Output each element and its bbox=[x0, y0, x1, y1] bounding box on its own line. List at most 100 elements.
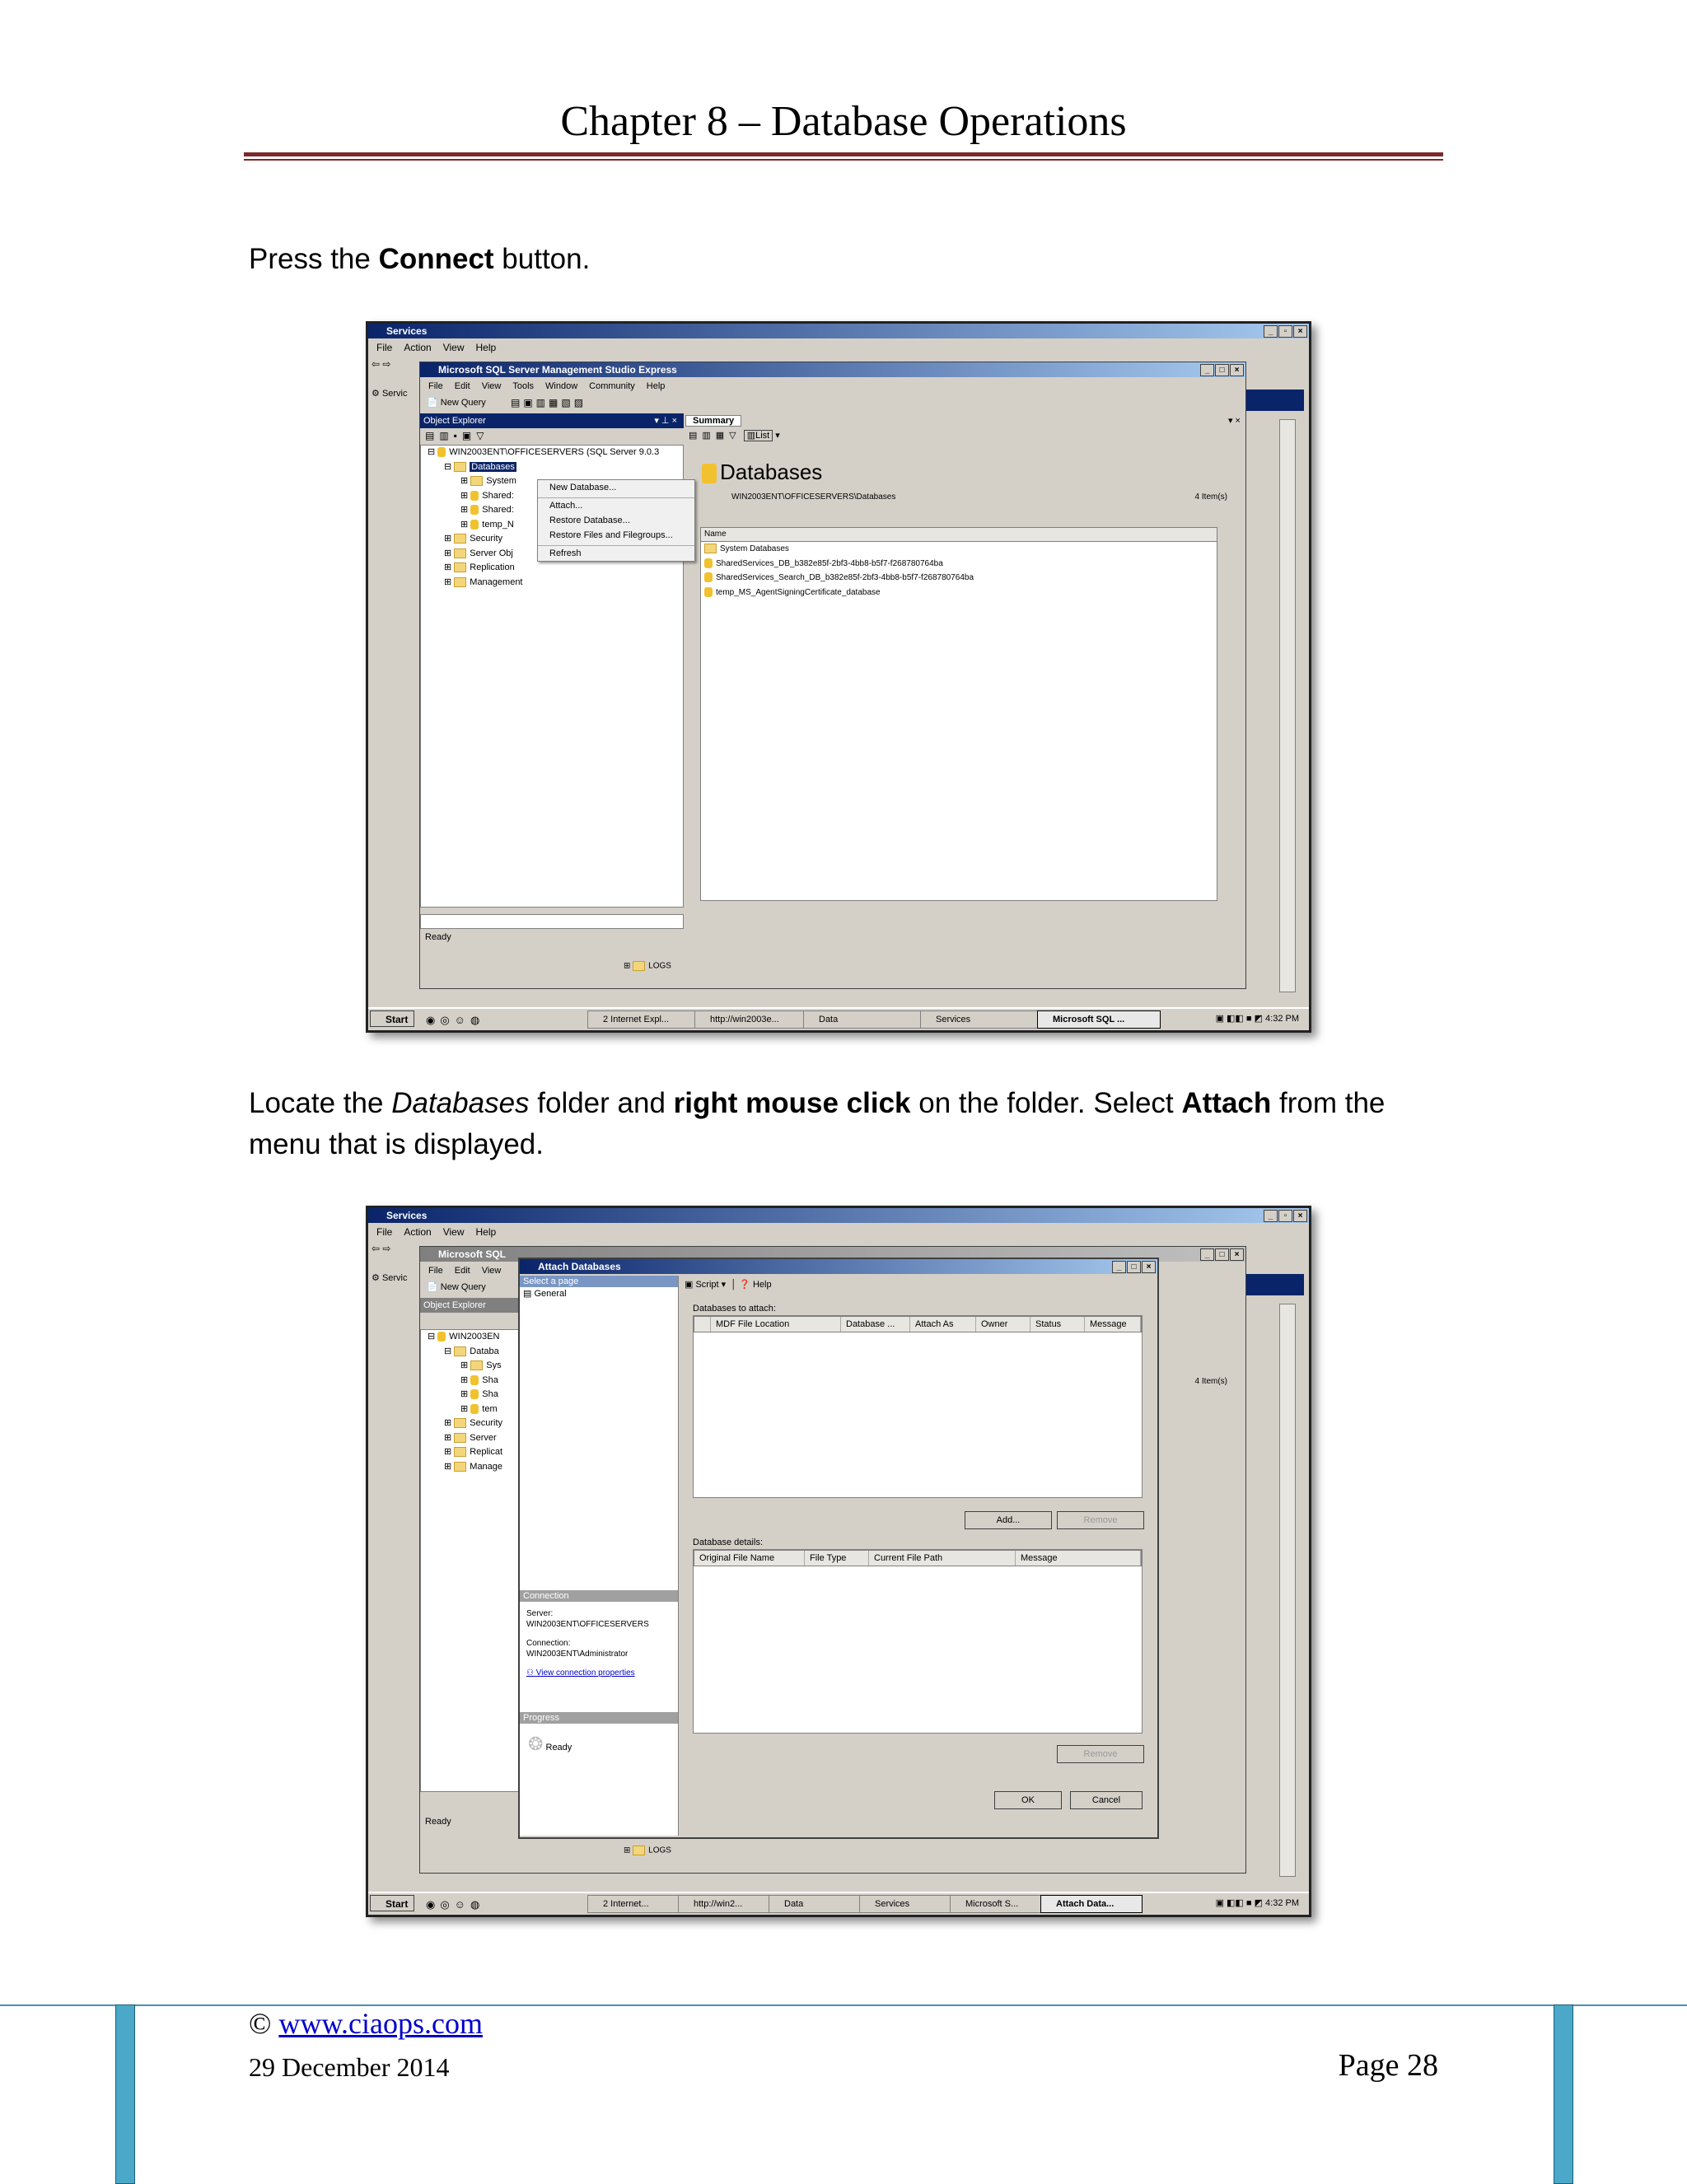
menu-new-database[interactable]: New Database... bbox=[538, 480, 694, 495]
menu-help[interactable]: Help bbox=[647, 379, 666, 394]
menu-action[interactable]: Action bbox=[404, 1225, 431, 1239]
tray-icons[interactable]: ▣ ◧◧ ■ ◩ bbox=[1216, 1014, 1263, 1024]
databases-grid[interactable]: MDF File Location Database ... Attach As… bbox=[693, 1315, 1143, 1498]
summary-close-icon[interactable]: ▾ × bbox=[1228, 413, 1241, 428]
toolbar-icons[interactable]: ▤▣▥▦▧▨ bbox=[511, 397, 586, 408]
start-button[interactable]: Start bbox=[370, 1895, 414, 1911]
back-forward-icons[interactable]: ⇦ ⇨ bbox=[372, 1243, 390, 1254]
tree-replication[interactable]: ⊞ Replication bbox=[421, 561, 683, 576]
vertical-scrollbar[interactable] bbox=[1279, 1304, 1296, 1877]
task-internet-explorer[interactable]: 2 Internet... bbox=[587, 1895, 689, 1913]
menu-tools[interactable]: Tools bbox=[512, 379, 534, 394]
maximize-icon[interactable]: □ bbox=[1127, 1261, 1141, 1273]
explorer-toolbar-icons[interactable]: ▤▥▪▣▽ bbox=[425, 430, 489, 441]
task-ssms[interactable]: Microsoft S... bbox=[950, 1895, 1052, 1913]
list-item[interactable]: System Databases bbox=[701, 542, 1217, 557]
close-icon[interactable]: × bbox=[1142, 1261, 1156, 1273]
menu-window[interactable]: Window bbox=[545, 379, 577, 394]
services-tab[interactable]: ⚙ Servic bbox=[372, 1272, 408, 1283]
tree-root[interactable]: ⊟ WIN2003EN bbox=[421, 1330, 520, 1345]
restore-icon[interactable]: ▫ bbox=[1278, 325, 1292, 338]
tree-item[interactable]: ⊞ Security bbox=[421, 1416, 520, 1431]
restore-icon[interactable]: ▫ bbox=[1278, 1210, 1292, 1222]
close-icon[interactable]: × bbox=[1293, 1210, 1307, 1222]
quick-launch-icons[interactable]: ◉◎☺◍ bbox=[426, 1895, 484, 1915]
task-attach-databases[interactable]: Attach Data... bbox=[1040, 1895, 1143, 1913]
list-item[interactable]: SharedServices_Search_DB_b382e85f-2bf3-4… bbox=[701, 571, 1217, 586]
tree-item[interactable]: ⊞ Sys bbox=[421, 1359, 520, 1374]
services-tab[interactable]: ⚙ Servic bbox=[372, 388, 408, 399]
tree-item[interactable]: ⊞ Sha bbox=[421, 1388, 520, 1402]
maximize-icon[interactable]: □ bbox=[1215, 1248, 1229, 1261]
pin-close-icon[interactable]: ▾ ⊥ × bbox=[654, 413, 684, 428]
close-icon[interactable]: × bbox=[1230, 1248, 1244, 1261]
cancel-button[interactable]: Cancel bbox=[1070, 1791, 1143, 1809]
tree-item[interactable]: ⊞ Server bbox=[421, 1431, 520, 1446]
menu-file[interactable]: File bbox=[376, 1225, 392, 1239]
view-connection-link[interactable]: ⚇ View connection properties bbox=[526, 1668, 649, 1678]
menu-help[interactable]: Help bbox=[476, 1225, 497, 1239]
new-query-button[interactable]: 📄 New Query bbox=[427, 1281, 486, 1292]
menu-restore-files[interactable]: Restore Files and Filegroups... bbox=[538, 528, 694, 543]
menu-view[interactable]: View bbox=[443, 340, 465, 355]
task-ssms[interactable]: Microsoft SQL ... bbox=[1037, 1010, 1161, 1029]
tree-root[interactable]: ⊟ WIN2003ENT\OFFICESERVERS (SQL Server 9… bbox=[421, 446, 683, 460]
tree-management[interactable]: ⊞ Management bbox=[421, 576, 683, 590]
logs-folder[interactable]: ⊞ LOGS bbox=[624, 961, 671, 971]
col-database[interactable]: Database ... bbox=[841, 1317, 910, 1332]
task-http[interactable]: http://win2003e... bbox=[694, 1010, 815, 1029]
tree-item[interactable]: ⊞ Replicat bbox=[421, 1445, 520, 1460]
tree-databases[interactable]: ⊟ Databases bbox=[421, 460, 683, 475]
horizontal-scrollbar[interactable] bbox=[420, 914, 684, 929]
col-mdf-location[interactable]: MDF File Location bbox=[711, 1317, 841, 1332]
maximize-icon[interactable]: □ bbox=[1215, 364, 1229, 376]
menu-edit[interactable]: Edit bbox=[455, 1263, 470, 1278]
minimize-icon[interactable]: _ bbox=[1200, 1248, 1214, 1261]
menu-refresh[interactable]: Refresh bbox=[538, 545, 694, 561]
menu-action[interactable]: Action bbox=[404, 340, 431, 355]
remove-button[interactable]: Remove bbox=[1057, 1511, 1144, 1529]
menu-edit[interactable]: Edit bbox=[455, 379, 470, 394]
task-data[interactable]: Data bbox=[803, 1010, 922, 1029]
task-services[interactable]: Services bbox=[920, 1010, 1044, 1029]
tree-item[interactable]: ⊟ Databa bbox=[421, 1345, 520, 1360]
details-grid[interactable]: Original File Name File Type Current Fil… bbox=[693, 1549, 1143, 1734]
minimize-icon[interactable]: _ bbox=[1264, 1210, 1278, 1222]
remove-details-button[interactable]: Remove bbox=[1057, 1745, 1144, 1763]
minimize-icon[interactable]: _ bbox=[1200, 364, 1214, 376]
menu-restore-database[interactable]: Restore Database... bbox=[538, 513, 694, 528]
task-http[interactable]: http://win2... bbox=[678, 1895, 780, 1913]
menu-file[interactable]: File bbox=[428, 1263, 443, 1278]
col-message[interactable]: Message bbox=[1016, 1551, 1141, 1566]
col-file-type[interactable]: File Type bbox=[805, 1551, 869, 1566]
menu-view[interactable]: View bbox=[482, 1263, 502, 1278]
footer-link[interactable]: www.ciaops.com bbox=[278, 2007, 483, 2040]
menu-attach[interactable]: Attach... bbox=[538, 497, 694, 513]
minimize-icon[interactable]: _ bbox=[1264, 325, 1278, 338]
page-general[interactable]: ▤ General bbox=[520, 1287, 678, 1300]
task-internet-explorer[interactable]: 2 Internet Expl... bbox=[587, 1010, 706, 1029]
tray-icons[interactable]: ▣ ◧◧ ■ ◩ bbox=[1216, 1898, 1263, 1908]
menu-file[interactable]: File bbox=[428, 379, 443, 394]
task-services[interactable]: Services bbox=[859, 1895, 961, 1913]
new-query-button[interactable]: 📄 New Query bbox=[427, 397, 486, 408]
add-button[interactable]: Add... bbox=[965, 1511, 1052, 1529]
menu-community[interactable]: Community bbox=[589, 379, 635, 394]
col-owner[interactable]: Owner bbox=[976, 1317, 1030, 1332]
ok-button[interactable]: OK bbox=[994, 1791, 1062, 1809]
script-button[interactable]: ▣ Script ▾ bbox=[685, 1280, 726, 1290]
vertical-scrollbar[interactable] bbox=[1279, 419, 1296, 992]
back-forward-icons[interactable]: ⇦ ⇨ bbox=[372, 358, 390, 370]
col-status[interactable]: Status bbox=[1030, 1317, 1085, 1332]
tab-summary[interactable]: Summary bbox=[685, 415, 742, 427]
list-header-name[interactable]: Name bbox=[701, 528, 1217, 542]
task-data[interactable]: Data bbox=[769, 1895, 871, 1913]
close-icon[interactable]: × bbox=[1293, 325, 1307, 338]
list-item[interactable]: temp_MS_AgentSigningCertificate_database bbox=[701, 586, 1217, 600]
col-current-path[interactable]: Current File Path bbox=[869, 1551, 1016, 1566]
tree-item[interactable]: ⊞ Sha bbox=[421, 1374, 520, 1388]
menu-file[interactable]: File bbox=[376, 340, 392, 355]
menu-help[interactable]: Help bbox=[476, 340, 497, 355]
tree-item[interactable]: ⊞ Manage bbox=[421, 1460, 520, 1475]
summary-toolbar-icons[interactable]: ▤▥▦▽ bbox=[689, 431, 741, 441]
